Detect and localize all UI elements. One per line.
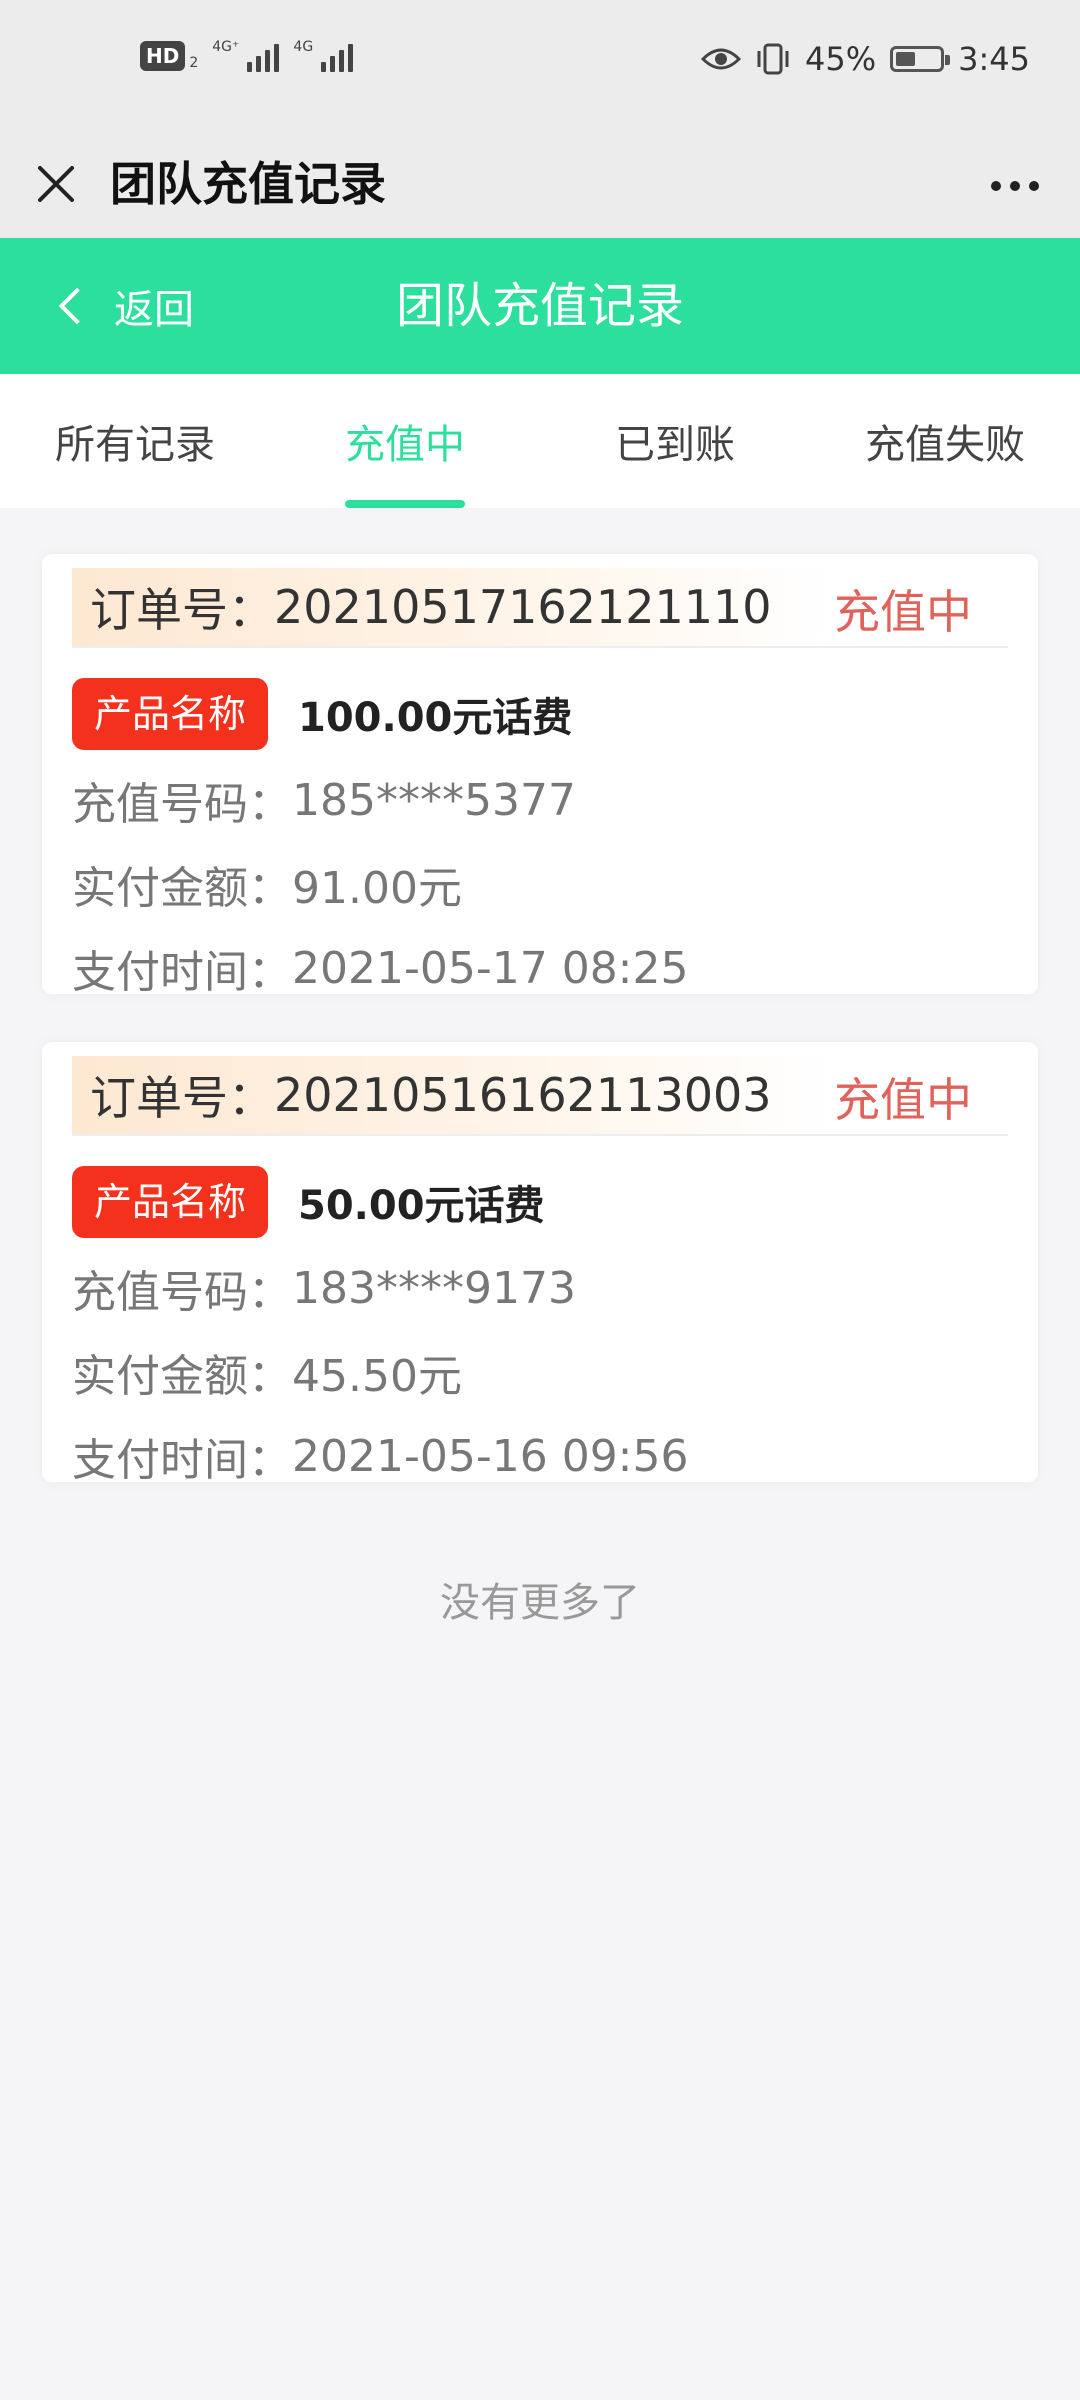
tab-failed[interactable]: 充值失败 [810, 374, 1080, 508]
clock: 3:45 [958, 40, 1030, 78]
time-label: 支付时间： [72, 1435, 292, 1486]
hd-sim-number: 2 [189, 55, 199, 71]
more-dot-icon [1029, 181, 1039, 191]
tab-label: 充值失败 [865, 422, 1025, 468]
order-card[interactable]: 订单号： 20210516162113003 充值中 产品名称 50.00元话费… [42, 1042, 1038, 1486]
vibrate-icon [757, 43, 789, 75]
product-row: 产品名称 100.00元话费 [72, 678, 572, 750]
webview-title-bar: 团队充值记录 [0, 130, 1080, 238]
tab-recharging[interactable]: 充值中 [270, 374, 540, 508]
more-button[interactable] [980, 158, 1050, 214]
order-number-label: 订单号： [90, 583, 274, 637]
product-row: 产品名称 50.00元话费 [72, 1166, 545, 1238]
tab-label: 所有记录 [55, 422, 215, 468]
paid-label: 实付金额： [72, 1351, 292, 1402]
tab-bar: 所有记录 充值中 已到账 充值失败 [0, 374, 1080, 508]
time-label: 支付时间： [72, 947, 292, 998]
battery-fill [896, 52, 916, 66]
phone-row: 充值号码： 183****9173 [72, 1256, 576, 1320]
product-tag: 产品名称 [72, 678, 269, 750]
product-name: 50.00元话费 [298, 1183, 545, 1229]
tab-credited[interactable]: 已到账 [540, 374, 810, 508]
status-left: HD 2 4G⁺ 4G [140, 39, 354, 72]
tab-all-records[interactable]: 所有记录 [0, 374, 270, 508]
signal-icon-1 [247, 40, 280, 72]
network-type-2: 4G [293, 39, 314, 55]
paid-label: 实付金额： [72, 863, 292, 914]
order-card-head: 订单号： 20210516162113003 充值中 [72, 1056, 1008, 1136]
status-right: 45% 3:45 [701, 40, 1030, 78]
phone-value: 185****5377 [292, 774, 576, 826]
order-number: 订单号： 20210516162113003 [72, 1056, 832, 1134]
time-row: 支付时间： 2021-05-17 08:25 [72, 936, 689, 1000]
signal-icon-2 [321, 40, 354, 72]
time-value: 2021-05-16 09:56 [292, 1430, 689, 1482]
tab-active-indicator [345, 500, 465, 508]
battery-icon [890, 46, 951, 72]
paid-row: 实付金额： 91.00元 [72, 852, 462, 916]
product-name: 100.00元话费 [298, 695, 573, 741]
page-header: 返回 团队充值记录 [0, 238, 1080, 374]
phone-value: 183****9173 [292, 1262, 576, 1314]
time-value: 2021-05-17 08:25 [292, 942, 689, 994]
phone-row: 充值号码： 185****5377 [72, 768, 576, 832]
paid-value: 91.00元 [292, 863, 462, 914]
tab-label: 已到账 [615, 422, 735, 468]
eye-icon [701, 48, 742, 70]
time-row: 支付时间： 2021-05-16 09:56 [72, 1424, 689, 1488]
network-type-1: 4G⁺ [212, 39, 240, 55]
phone-label: 充值号码： [72, 1267, 292, 1318]
tab-label: 充值中 [345, 422, 465, 468]
order-number-value: 20210517162121110 [274, 580, 772, 634]
product-tag: 产品名称 [72, 1166, 269, 1238]
hd-badge: HD [140, 41, 186, 71]
page-title: 团队充值记录 [395, 278, 684, 334]
status-bar: HD 2 4G⁺ 4G 45% 3:45 [0, 0, 1080, 130]
order-number: 订单号： 20210517162121110 [72, 568, 832, 646]
order-card-head: 订单号： 20210517162121110 充值中 [72, 568, 1008, 648]
order-card[interactable]: 订单号： 20210517162121110 充值中 产品名称 100.00元话… [42, 554, 1038, 998]
list-end-text: 没有更多了 [440, 1580, 640, 1626]
close-button[interactable] [28, 156, 84, 212]
paid-row: 实付金额： 45.50元 [72, 1340, 462, 1404]
phone-label: 充值号码： [72, 779, 292, 830]
battery-percent: 45% [805, 40, 877, 78]
order-number-label: 订单号： [90, 1071, 274, 1125]
close-icon [38, 166, 74, 202]
more-dot-icon [991, 181, 1001, 191]
paid-value: 45.50元 [292, 1351, 462, 1402]
order-status: 充值中 [834, 585, 972, 639]
order-status: 充值中 [834, 1073, 972, 1127]
webview-title: 团队充值记录 [110, 157, 386, 211]
more-dot-icon [1010, 181, 1020, 191]
order-number-value: 20210516162113003 [274, 1068, 772, 1122]
